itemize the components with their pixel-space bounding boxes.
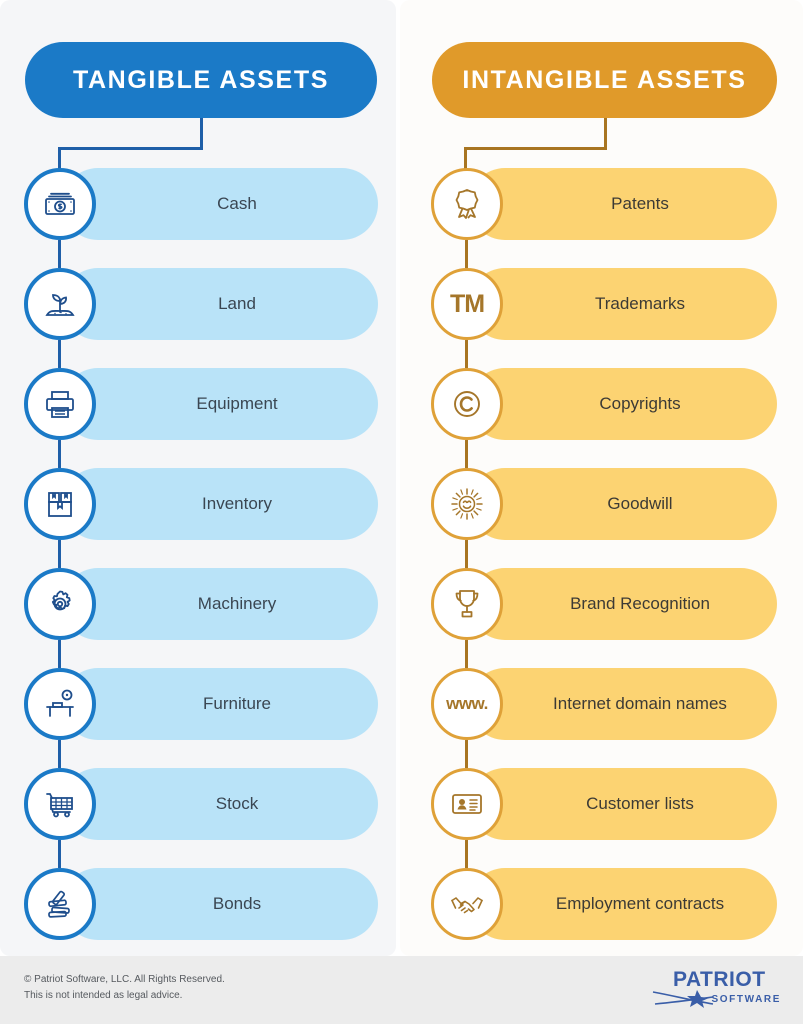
tangible-node-connector xyxy=(58,340,61,368)
list-item: Goodwill xyxy=(431,468,777,540)
intangible-bar: Brand Recognition xyxy=(469,568,777,640)
tangible-node-connector xyxy=(58,840,61,868)
list-item: Equipment xyxy=(24,368,378,440)
trophy-icon xyxy=(431,568,503,640)
legal-advice-line: This is not intended as legal advice. xyxy=(24,990,183,1001)
item-label: Inventory xyxy=(202,494,272,513)
tangible-node-connector xyxy=(58,740,61,768)
intangible-node-connector xyxy=(465,240,468,268)
list-item: Machinery xyxy=(24,568,378,640)
infographic-page: TANGIBLE ASSETS INTANGIBLE ASSETS Cash L… xyxy=(0,0,803,1024)
list-item: Stock xyxy=(24,768,378,840)
list-item: Copyrights xyxy=(431,368,777,440)
tangible-bar: Bonds xyxy=(62,868,378,940)
item-label: Trademarks xyxy=(594,294,686,313)
intangible-bar: Customer lists xyxy=(469,768,777,840)
tangible-node-connector xyxy=(58,640,61,668)
intangible-node-connector xyxy=(465,640,468,668)
desk-lamp-icon xyxy=(24,668,96,740)
intangible-node-connector xyxy=(465,440,468,468)
sprout-soil-icon xyxy=(24,268,96,340)
list-item: Patents xyxy=(431,168,777,240)
intangible-bar: Trademarks xyxy=(469,268,777,340)
tangible-bar: Furniture xyxy=(62,668,378,740)
list-item: Trademarks TM xyxy=(431,268,777,340)
item-label: Employment contracts xyxy=(555,894,725,913)
intangible-bar: Patents xyxy=(469,168,777,240)
banknote-icon xyxy=(24,168,96,240)
item-label: Brand Recognition xyxy=(570,594,710,613)
tangible-bar: Stock xyxy=(62,768,378,840)
tangible-bar: Equipment xyxy=(62,368,378,440)
intangible-node-connector xyxy=(465,340,468,368)
item-label: Patents xyxy=(611,194,669,213)
tangible-bar: Cash xyxy=(62,168,378,240)
tangible-bar: Machinery xyxy=(62,568,378,640)
list-item: Internet domain names www. xyxy=(431,668,777,740)
www-icon-glyph: www. xyxy=(446,694,488,713)
www-icon: www. xyxy=(431,668,503,740)
item-label: Equipment xyxy=(196,394,278,413)
tm-icon-glyph: TM xyxy=(449,289,485,318)
intangible-node-connector xyxy=(465,740,468,768)
printer-icon xyxy=(24,368,96,440)
item-label: Internet domain names xyxy=(553,694,727,713)
intangible-bar: Goodwill xyxy=(469,468,777,540)
intangible-bar: Employment contracts xyxy=(469,868,777,940)
intangible-bar: Copyrights xyxy=(469,368,777,440)
shopping-cart-icon xyxy=(24,768,96,840)
tangible-bar: Inventory xyxy=(62,468,378,540)
item-label: Customer lists xyxy=(586,794,694,813)
copyright-icon xyxy=(431,368,503,440)
handshake-icon xyxy=(431,868,503,940)
footer-disclaimer: © Patriot Software, LLC. All Rights Rese… xyxy=(24,972,225,1004)
award-ribbon-icon xyxy=(431,168,503,240)
list-item: Cash xyxy=(24,168,378,240)
patriot-software-logo: PATRIOT SOFTWARE xyxy=(651,968,781,1012)
item-label: Goodwill xyxy=(607,494,673,513)
intangible-node-connector xyxy=(465,540,468,568)
item-label: Bonds xyxy=(212,894,262,913)
list-item: Bonds xyxy=(24,868,378,940)
list-item: Furniture xyxy=(24,668,378,740)
copyright-line: © Patriot Software, LLC. All Rights Rese… xyxy=(24,974,225,985)
list-item: Land xyxy=(24,268,378,340)
tangible-node-connector xyxy=(58,240,61,268)
id-card-icon xyxy=(431,768,503,840)
tm-icon: TM xyxy=(431,268,503,340)
item-label: Cash xyxy=(217,194,257,213)
item-label: Land xyxy=(218,294,256,313)
boxes-icon xyxy=(24,468,96,540)
logo-subtext: SOFTWARE xyxy=(711,994,781,1005)
item-label: Stock xyxy=(215,794,259,813)
footer: © Patriot Software, LLC. All Rights Rese… xyxy=(0,956,803,1024)
list-item: Customer lists xyxy=(431,768,777,840)
smiling-sun-icon xyxy=(431,468,503,540)
stacked-bars-icon xyxy=(24,868,96,940)
item-label: Machinery xyxy=(197,594,277,613)
list-item: Brand Recognition xyxy=(431,568,777,640)
tangible-node-connector xyxy=(58,440,61,468)
intangible-node-connector xyxy=(465,840,468,868)
list-item: Employment contracts xyxy=(431,868,777,940)
tangible-bar: Land xyxy=(62,268,378,340)
rows-container: Cash Land Equipment Inventory Machinery … xyxy=(0,0,803,1024)
intangible-bar: Internet domain names xyxy=(469,668,777,740)
gear-icon xyxy=(24,568,96,640)
list-item: Inventory xyxy=(24,468,378,540)
item-label: Copyrights xyxy=(599,394,681,413)
tangible-node-connector xyxy=(58,540,61,568)
item-label: Furniture xyxy=(202,694,272,713)
